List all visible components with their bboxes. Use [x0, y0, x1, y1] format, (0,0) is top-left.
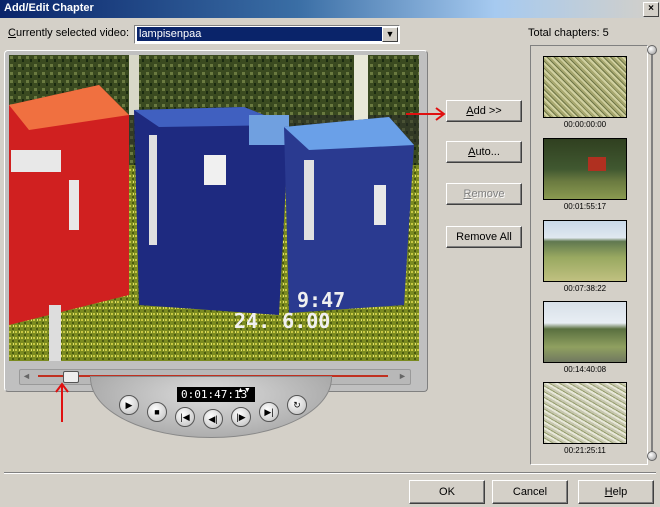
remove-all-button[interactable]: Remove All	[446, 226, 522, 248]
play-icon[interactable]: ▶	[119, 395, 139, 415]
scroll-down-handle[interactable]	[647, 451, 657, 461]
step-forward-icon[interactable]: |▶	[231, 407, 251, 427]
stop-icon[interactable]: ■	[147, 402, 167, 422]
go-to-start-icon[interactable]: |◀	[175, 407, 195, 427]
chapter-thumbnail[interactable]	[543, 56, 627, 118]
chapters-list[interactable]: 00:00:00:00 00:01:55:17 00:07:38:22 00:1…	[530, 45, 648, 465]
preview-frame: 9:47 24. 6.00 ◄ ►	[4, 50, 428, 392]
overlay-date: 24. 6.00	[234, 309, 330, 333]
transport-controls: 0:01:47:13 ▲▼ ▶ ■ |◀ ◀| |▶ ▶| ↻	[90, 376, 332, 438]
video-select[interactable]: lampisenpaa ▼	[134, 25, 400, 44]
video-frame-image: 9:47 24. 6.00	[9, 55, 419, 361]
video-select-value: lampisenpaa	[137, 27, 383, 41]
close-button[interactable]: ×	[643, 2, 659, 17]
chapters-scrollbar[interactable]	[647, 45, 657, 463]
selected-video-label: Currently selected video:	[8, 27, 130, 39]
title-bar: Add/Edit Chapter	[0, 0, 660, 18]
help-button[interactable]: Help	[578, 480, 654, 504]
ok-button[interactable]: OK	[409, 480, 485, 504]
chapter-time: 00:07:38:22	[563, 284, 607, 293]
timecode-stepper-icon[interactable]: ▲▼	[237, 387, 251, 394]
scroll-track	[651, 51, 653, 455]
go-to-end-icon[interactable]: ▶|	[259, 402, 279, 422]
chapter-time: 00:01:55:17	[563, 202, 607, 211]
loop-icon[interactable]: ↻	[287, 395, 307, 415]
chevron-down-icon[interactable]: ▼	[382, 27, 398, 42]
window-title: Add/Edit Chapter	[4, 2, 94, 14]
chapter-time: 00:00:00:00	[563, 120, 607, 129]
auto-chapter-button[interactable]: Auto...	[446, 141, 522, 163]
scrub-handle[interactable]	[62, 371, 79, 383]
scrub-right-icon[interactable]: ►	[398, 371, 407, 381]
chapter-time: 00:14:40:08	[563, 365, 607, 374]
add-chapter-button[interactable]: Add >>	[446, 100, 522, 122]
separator	[4, 472, 656, 474]
chapter-time: 00:21:25:11	[564, 446, 606, 455]
step-back-icon[interactable]: ◀|	[203, 409, 223, 429]
scroll-up-handle[interactable]	[647, 45, 657, 55]
chapter-thumbnail[interactable]	[543, 220, 627, 282]
remove-chapter-button[interactable]: Remove	[446, 183, 522, 205]
total-chapters-label: Total chapters: 5	[528, 27, 609, 39]
cancel-button[interactable]: Cancel	[492, 480, 568, 504]
video-preview: 9:47 24. 6.00	[9, 55, 419, 361]
scrub-left-icon[interactable]: ◄	[22, 371, 31, 381]
chapter-thumbnail[interactable]	[543, 138, 627, 200]
chapter-thumbnail[interactable]	[543, 301, 627, 363]
chapter-thumbnail[interactable]	[543, 382, 627, 444]
